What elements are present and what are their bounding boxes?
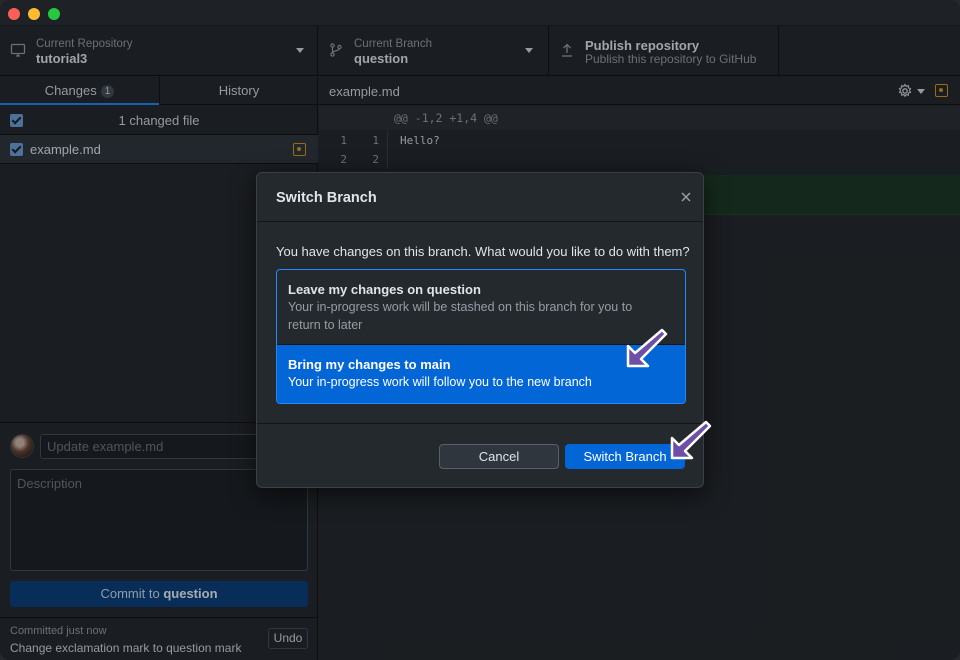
dialog-title: Switch Branch <box>276 190 377 206</box>
option-description: Your in-progress work will be stashed on… <box>288 300 633 332</box>
minimize-window-button[interactable] <box>28 8 40 20</box>
cancel-button[interactable]: Cancel <box>439 444 559 469</box>
option-description: Your in-progress work will follow you to… <box>288 375 592 389</box>
dialog-question: You have changes on this branch. What wo… <box>276 244 690 259</box>
option-title: Bring my changes to main <box>288 357 451 372</box>
switch-branch-button[interactable]: Switch Branch <box>565 444 685 469</box>
option-title: Leave my changes on question <box>288 282 481 297</box>
annotation-arrow-icon <box>670 420 712 460</box>
title-bar <box>0 0 960 26</box>
annotation-arrow-icon <box>626 328 668 368</box>
dialog-footer: Cancel Switch Branch <box>257 423 703 487</box>
zoom-window-button[interactable] <box>48 8 60 20</box>
app-window: Current Repository tutorial3 Current Bra… <box>0 0 960 660</box>
close-window-button[interactable] <box>8 8 20 20</box>
close-icon[interactable] <box>679 190 693 204</box>
dialog-header: Switch Branch <box>257 173 703 222</box>
